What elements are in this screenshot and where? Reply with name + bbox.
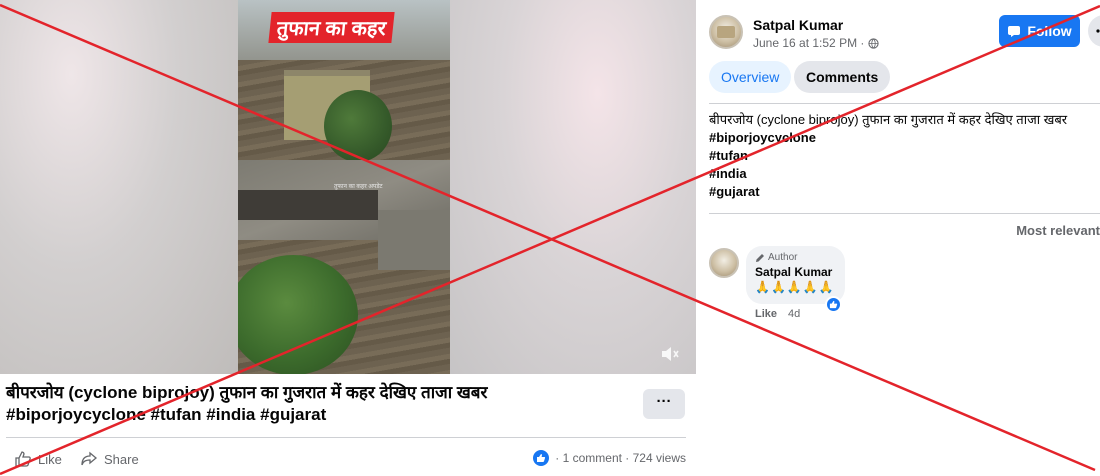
- video-frame[interactable]: तुफान का कहर तुफान का कहर अपडेट: [238, 0, 450, 374]
- post-title: बीपरजोय (cyclone biprojoy) तुफान का गुजर…: [6, 382, 626, 426]
- hashtag-link[interactable]: #tufan: [709, 147, 1100, 165]
- comment-like-button[interactable]: Like: [755, 308, 777, 320]
- video-player[interactable]: तुफान का कहर तुफान का कहर अपडेट: [0, 0, 696, 374]
- comment-timestamp[interactable]: 4d: [788, 308, 800, 320]
- author-badge: Author: [755, 252, 836, 263]
- follow-button[interactable]: Follow: [999, 15, 1080, 47]
- like-button[interactable]: Like: [14, 450, 62, 468]
- more-options-button[interactable]: ···: [643, 389, 685, 419]
- thumbs-up-icon: [15, 451, 31, 467]
- video-watermark: तुफान का कहर अपडेट: [334, 184, 383, 190]
- poster-name[interactable]: Satpal Kumar: [753, 17, 843, 33]
- video-tree: [324, 90, 392, 162]
- video-building: [238, 190, 378, 220]
- comment-author-name[interactable]: Satpal Kumar: [755, 265, 836, 279]
- video-blur-left: [0, 0, 238, 374]
- divider: [6, 437, 686, 438]
- comment-bubble: Author Satpal Kumar 🙏🙏🙏🙏🙏: [746, 246, 845, 304]
- pencil-icon: [756, 253, 764, 262]
- options-button[interactable]: [1088, 15, 1100, 47]
- video-caption: तुफान का कहर: [268, 12, 395, 43]
- share-icon: [81, 451, 98, 466]
- description-text: बीपरजोय (cyclone biprojoy) तुफान का गुजर…: [709, 112, 1068, 127]
- comment-avatar[interactable]: [709, 248, 739, 278]
- avatar-image: [717, 26, 735, 38]
- like-label: Like: [38, 451, 62, 467]
- post-stats[interactable]: · 1 comment · 724 views: [533, 450, 686, 466]
- post-details-panel: Satpal Kumar June 16 at 1:52 PM · Follow…: [696, 0, 1100, 476]
- post-title-line: बीपरजोय (cyclone biprojoy) तुफान का गुजर…: [6, 383, 488, 402]
- mute-icon[interactable]: [660, 345, 680, 363]
- hashtag-link[interactable]: #biporjoycyclone: [709, 129, 1100, 147]
- follow-label: Follow: [1027, 23, 1072, 39]
- ellipsis-icon: [1096, 29, 1100, 33]
- video-blur-right: [449, 0, 696, 374]
- share-label: Share: [104, 451, 139, 467]
- tab-comments[interactable]: Comments: [794, 61, 891, 93]
- globe-icon: [868, 37, 880, 49]
- post-date: June 16 at 1:52 PM ·: [753, 36, 865, 50]
- post-hashtags: #biporjoycyclone #tufan #india #gujarat: [6, 405, 327, 424]
- divider: [709, 103, 1100, 104]
- hashtag-link[interactable]: #india: [709, 165, 1100, 183]
- author-badge-label: Author: [768, 252, 798, 263]
- hashtag-link[interactable]: #gujarat: [709, 183, 1100, 201]
- messenger-icon: [1008, 26, 1021, 37]
- video-tree: [238, 255, 358, 374]
- like-reaction-icon: [533, 450, 550, 466]
- post-stats-text: · 1 comment · 724 views: [555, 451, 686, 465]
- comment-sort-dropdown[interactable]: Most relevant: [1016, 223, 1100, 238]
- tab-overview[interactable]: Overview: [709, 61, 792, 93]
- video-building: [378, 210, 450, 270]
- post-timestamp[interactable]: June 16 at 1:52 PM ·: [753, 36, 880, 50]
- post-description: बीपरजोय (cyclone biprojoy) तुफान का गुजर…: [709, 111, 1100, 201]
- share-button[interactable]: Share: [80, 450, 139, 468]
- avatar[interactable]: [709, 15, 743, 49]
- divider: [709, 213, 1100, 214]
- comment-like-reaction-icon[interactable]: [825, 296, 842, 313]
- comment-text: 🙏🙏🙏🙏🙏: [755, 280, 835, 294]
